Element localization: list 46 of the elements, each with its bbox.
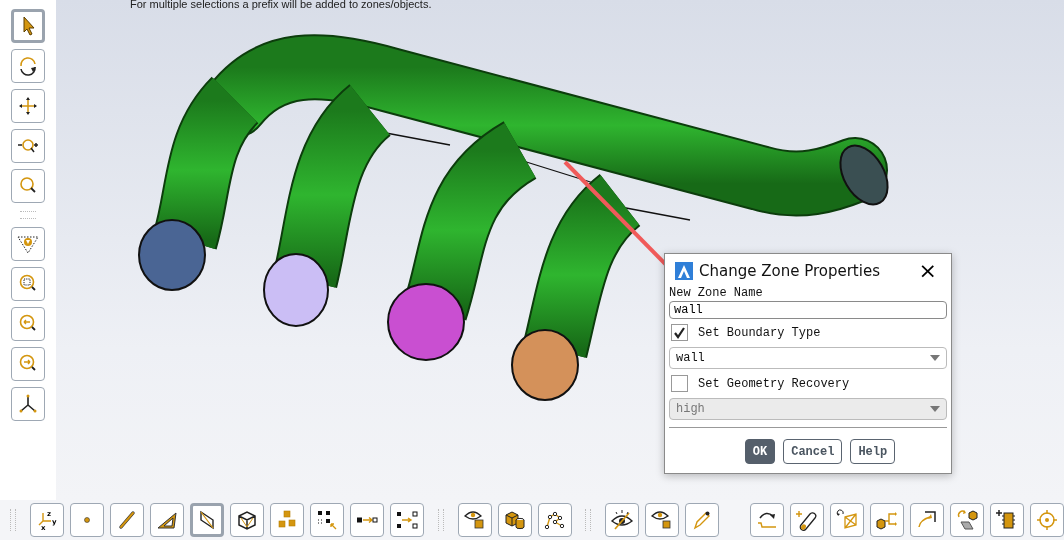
dialog-button[interactable]: Help (850, 439, 896, 464)
tool-button[interactable] (11, 387, 45, 421)
close-button[interactable]: × (912, 262, 943, 280)
tool-button[interactable] (457, 503, 492, 537)
zone-name-field[interactable]: wall (669, 301, 947, 319)
tool-button[interactable] (990, 503, 1024, 537)
square-arrow-icon (356, 517, 378, 523)
tool-button[interactable] (11, 49, 45, 83)
tool-button[interactable] (350, 503, 384, 537)
app-logo-icon (675, 262, 693, 280)
squares-arrow-icon (395, 508, 419, 532)
tool-button[interactable] (910, 503, 944, 537)
tool-button[interactable] (310, 503, 344, 537)
tool-button[interactable] (605, 503, 640, 537)
tool-button[interactable] (790, 503, 824, 537)
eye-square-icon (462, 508, 487, 532)
dialog-button[interactable]: OK (744, 439, 776, 464)
crosshair-icon (1035, 508, 1059, 532)
checkbox-label: Set Geometry Recovery (698, 376, 850, 391)
tool-button[interactable] (150, 503, 184, 537)
tool-button[interactable] (645, 503, 680, 537)
rotate-plane-icon (835, 508, 859, 532)
dialog-button[interactable]: Cancel (783, 439, 843, 464)
tool-button[interactable] (11, 129, 45, 163)
tool-button[interactable] (390, 503, 424, 537)
crossed-eye-icon (610, 508, 635, 532)
cylinder-plus-icon (795, 508, 819, 532)
dropdown[interactable]: wall (669, 347, 947, 369)
checkbox[interactable] (671, 324, 688, 341)
tool-button[interactable] (537, 503, 572, 537)
cube-icon (235, 508, 259, 532)
field-label: New Zone Name (669, 286, 764, 300)
dialog-title: Change Zone Properties (699, 262, 881, 280)
tool-button[interactable] (190, 503, 224, 537)
hint-text: For multiple selections a prefix will be added to zones/objects. (130, 0, 433, 10)
tool-button[interactable] (870, 503, 904, 537)
grid-select-icon (315, 508, 339, 532)
tool-button[interactable] (230, 503, 264, 537)
rotate-plate-icon (955, 508, 979, 532)
caret-icon (930, 406, 940, 412)
tool-button[interactable] (950, 503, 984, 537)
caret-icon (930, 355, 940, 361)
dot-icon (84, 517, 90, 523)
checkbox-label: Set Boundary Type (698, 325, 821, 340)
tool-button[interactable] (497, 503, 532, 537)
checkmark-icon (673, 326, 686, 339)
